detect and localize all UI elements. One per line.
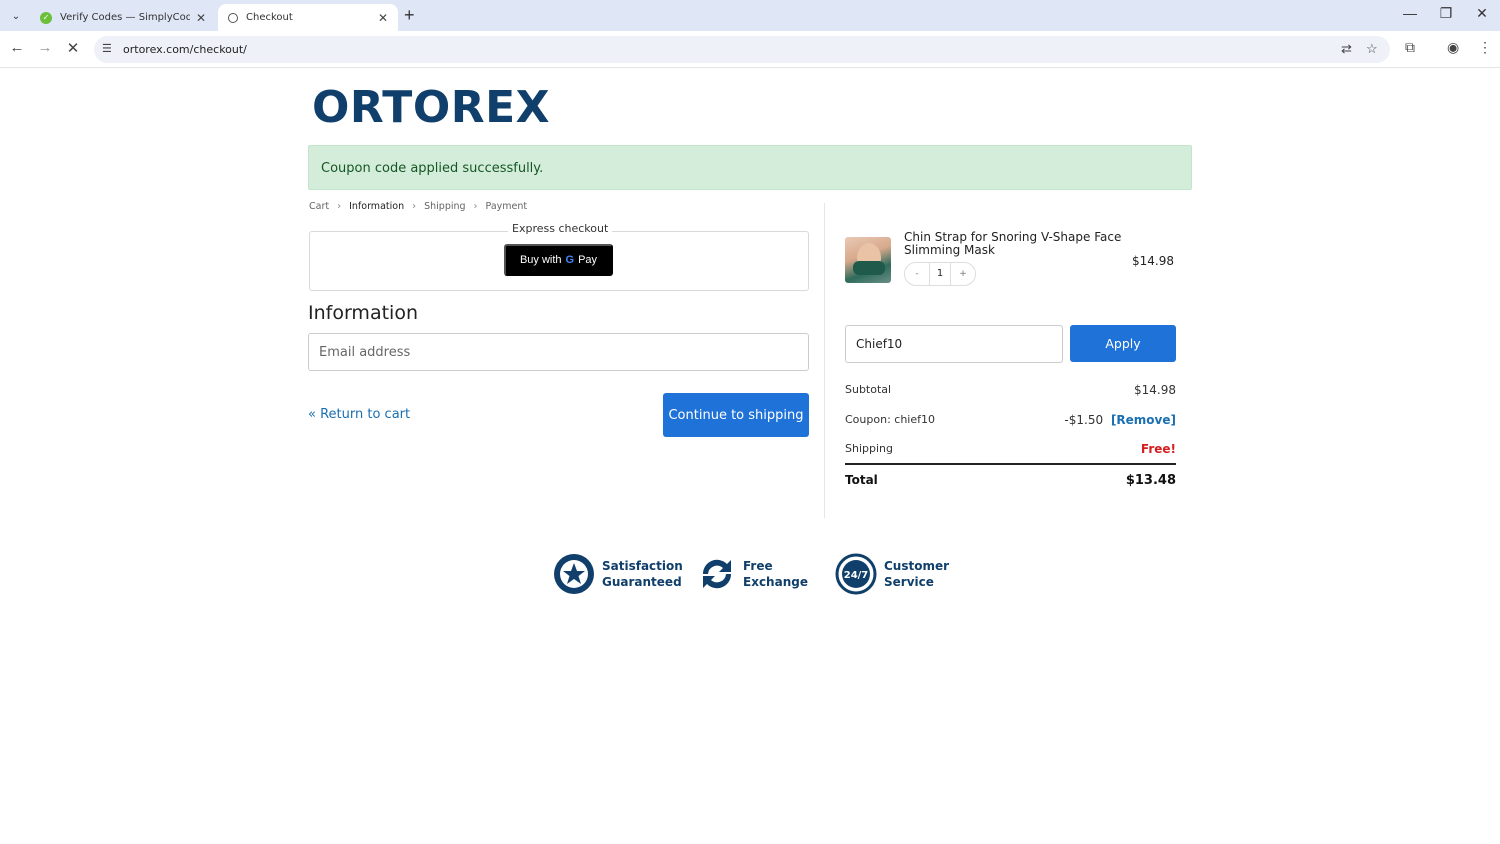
badge-line1: Satisfaction bbox=[602, 559, 683, 573]
close-tab-icon[interactable]: ✕ bbox=[196, 11, 206, 25]
product-name: Chin Strap for Snoring V-Shape Face Slim… bbox=[904, 230, 1122, 257]
tab-checkout[interactable]: Checkout ✕ bbox=[218, 4, 398, 31]
browser-tab-bar: ⌄ ✓ Verify Codes — SimplyCodes ✕ Checkou… bbox=[0, 0, 1500, 31]
back-arrow-icon[interactable]: ← bbox=[7, 39, 27, 56]
exchange-arrows-icon bbox=[702, 559, 732, 589]
google-g-icon: G bbox=[565, 254, 575, 266]
coupon-discount: -$1.50 bbox=[1064, 413, 1104, 427]
minimize-icon[interactable]: — bbox=[1395, 5, 1425, 21]
total-label: Total bbox=[845, 473, 878, 487]
chevron-right-icon: › bbox=[412, 201, 417, 212]
star-badge-icon bbox=[554, 554, 594, 594]
product-price: $14.98 bbox=[1132, 254, 1174, 268]
badge-line2: Service bbox=[884, 575, 934, 589]
information-heading: Information bbox=[308, 302, 418, 324]
badge-line1: Customer bbox=[884, 559, 950, 573]
menu-kebab-icon[interactable]: ⋮ bbox=[1478, 39, 1492, 56]
tab-simplycodes[interactable]: ✓ Verify Codes — SimplyCodes ✕ bbox=[30, 4, 216, 31]
tab-title: Verify Codes — SimplyCodes bbox=[60, 12, 190, 23]
extensions-puzzle-icon[interactable]: ⧉ bbox=[1405, 39, 1415, 56]
chevron-right-icon: › bbox=[473, 201, 478, 212]
badge-line1: Free bbox=[743, 559, 773, 573]
quantity-value[interactable]: 1 bbox=[929, 263, 951, 285]
shipping-label: Shipping bbox=[845, 442, 893, 455]
support-24-7-icon: 24/7 bbox=[835, 553, 877, 595]
google-pay-button[interactable]: Buy with G Pay bbox=[504, 244, 613, 276]
subtotal-row: Subtotal $14.98 bbox=[845, 383, 1176, 397]
coupon-code-input[interactable] bbox=[845, 325, 1063, 363]
subtotal-label: Subtotal bbox=[845, 383, 892, 396]
product-thumbnail bbox=[845, 237, 891, 283]
restore-icon[interactable]: ❐ bbox=[1431, 5, 1461, 22]
stop-loading-icon[interactable]: ✕ bbox=[63, 39, 83, 57]
express-checkout-title: Express checkout bbox=[508, 222, 613, 235]
badge-customer-service: 24/7 Customer Service bbox=[834, 552, 949, 596]
column-divider bbox=[824, 203, 825, 518]
profile-avatar-icon[interactable]: ◉ bbox=[1447, 39, 1459, 56]
new-tab-plus-icon[interactable]: + bbox=[404, 5, 415, 26]
shipping-value: Free! bbox=[1140, 442, 1176, 456]
subtotal-value: $14.98 bbox=[1134, 383, 1176, 397]
badge-free-exchange: Free Exchange bbox=[697, 552, 808, 596]
coupon-label: Coupon: chief10 bbox=[845, 413, 935, 426]
total-divider bbox=[845, 463, 1176, 465]
translate-icon[interactable]: ⇄ bbox=[1341, 41, 1352, 57]
coupon-row: Coupon: chief10 -$1.50 [Remove] bbox=[845, 413, 1176, 427]
svg-text:24/7: 24/7 bbox=[844, 570, 869, 581]
breadcrumb-information: Information bbox=[349, 201, 405, 212]
quantity-stepper: - 1 + bbox=[904, 262, 976, 286]
decrease-quantity-button[interactable]: - bbox=[905, 269, 929, 279]
remove-coupon-link[interactable]: [Remove] bbox=[1111, 413, 1176, 427]
close-window-icon[interactable]: ✕ bbox=[1467, 5, 1497, 22]
forward-arrow-icon[interactable]: → bbox=[35, 39, 55, 56]
chevron-right-icon: › bbox=[337, 201, 342, 212]
email-field[interactable] bbox=[308, 333, 809, 371]
total-row: Total $13.48 bbox=[845, 473, 1176, 488]
tab-title: Checkout bbox=[246, 12, 293, 23]
site-logo[interactable]: ORTOREX bbox=[312, 82, 550, 133]
close-tab-icon[interactable]: ✕ bbox=[378, 11, 388, 25]
gpay-prefix: Buy with bbox=[519, 254, 562, 266]
increase-quantity-button[interactable]: + bbox=[951, 269, 975, 279]
loading-favicon-icon bbox=[228, 12, 238, 23]
breadcrumb-payment: Payment bbox=[485, 201, 528, 212]
url-text[interactable]: ortorex.com/checkout/ bbox=[123, 43, 247, 56]
total-value: $13.48 bbox=[1125, 473, 1176, 488]
browser-toolbar: ← → ✕ ☰ ortorex.com/checkout/ ⇄ ☆ ⧉ ◉ ⋮ bbox=[0, 31, 1500, 68]
badge-line2: Exchange bbox=[743, 575, 808, 589]
gpay-label: Pay bbox=[578, 254, 598, 266]
continue-to-shipping-button[interactable]: Continue to shipping bbox=[663, 393, 809, 437]
apply-coupon-button[interactable]: Apply bbox=[1070, 325, 1176, 362]
return-to-cart-link[interactable]: « Return to cart bbox=[308, 407, 410, 422]
breadcrumb: Cart › Information › Shipping › Payment bbox=[309, 201, 527, 212]
simplycodes-favicon-icon: ✓ bbox=[40, 11, 52, 24]
shipping-row: Shipping Free! bbox=[845, 442, 1176, 456]
coupon-success-notice: Coupon code applied successfully. bbox=[308, 145, 1192, 190]
breadcrumb-cart[interactable]: Cart bbox=[309, 201, 329, 212]
tab-list-chevron-icon[interactable]: ⌄ bbox=[6, 6, 26, 26]
omnibox[interactable]: ☰ ortorex.com/checkout/ ⇄ ☆ bbox=[94, 36, 1390, 63]
breadcrumb-shipping: Shipping bbox=[424, 201, 466, 212]
site-settings-icon[interactable]: ☰ bbox=[102, 42, 112, 55]
bookmark-star-icon[interactable]: ☆ bbox=[1366, 41, 1378, 57]
badge-line2: Guaranteed bbox=[602, 575, 682, 589]
badge-satisfaction: Satisfaction Guaranteed bbox=[552, 552, 683, 596]
